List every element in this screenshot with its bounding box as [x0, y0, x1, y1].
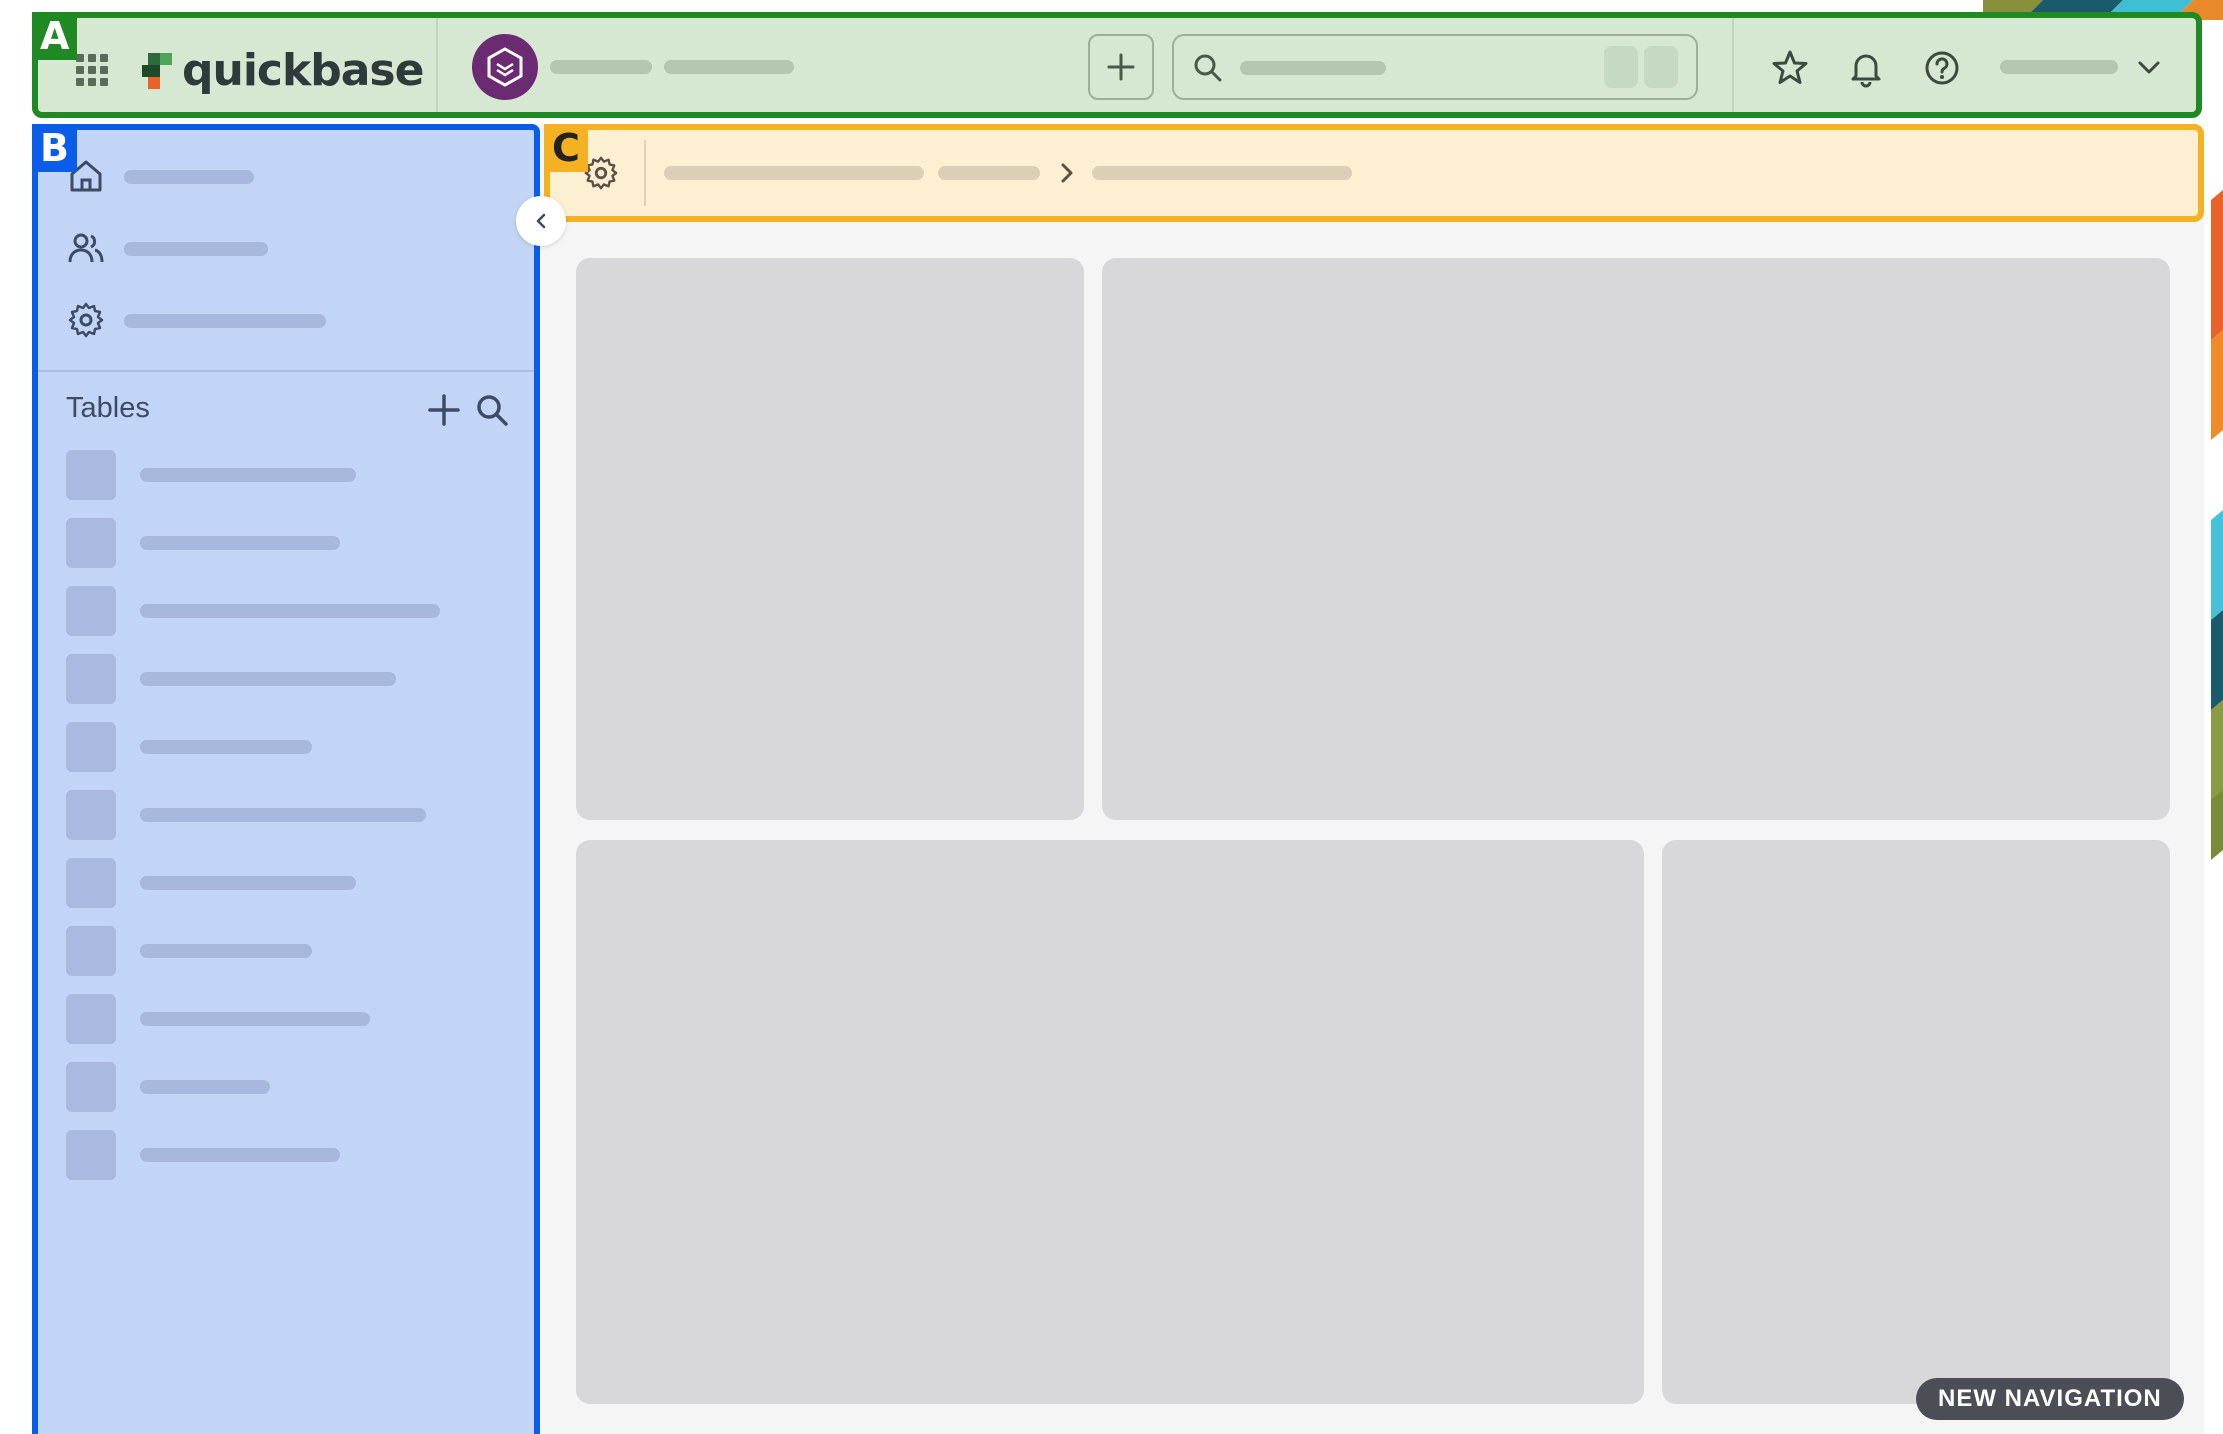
chevron-right-icon	[1061, 163, 1073, 183]
table-name-placeholder	[140, 740, 312, 754]
table-icon	[66, 1062, 116, 1112]
table-item[interactable]	[38, 654, 534, 708]
search-icon	[1194, 54, 1222, 82]
shortcut-key	[1604, 46, 1638, 88]
logo-text: quickbase	[182, 44, 424, 96]
settings-icon[interactable]	[66, 300, 106, 340]
apps-grid-icon[interactable]	[74, 52, 110, 88]
breadcrumb-current	[1092, 166, 1352, 180]
shortcut-key	[1644, 46, 1678, 88]
table-name-placeholder	[140, 808, 426, 822]
table-icon	[66, 654, 116, 704]
search-input[interactable]	[1172, 34, 1698, 100]
table-icon	[66, 450, 116, 500]
search-icon[interactable]	[472, 390, 512, 430]
table-icon	[66, 518, 116, 568]
breadcrumb-item[interactable]	[664, 166, 924, 180]
users-icon[interactable]	[66, 228, 106, 268]
table-item[interactable]	[38, 518, 534, 572]
quickbase-logo-mark-icon	[142, 53, 172, 89]
table-item[interactable]	[38, 1130, 534, 1184]
table-item[interactable]	[38, 586, 534, 640]
table-icon	[66, 926, 116, 976]
table-icon	[66, 858, 116, 908]
table-icon	[66, 586, 116, 636]
breadcrumb-divider	[644, 140, 646, 206]
star-icon[interactable]	[1770, 48, 1810, 88]
table-name-placeholder	[140, 672, 396, 686]
nav-settings-label[interactable]	[124, 314, 326, 328]
table-icon	[66, 1130, 116, 1180]
table-item[interactable]	[38, 858, 534, 912]
table-item[interactable]	[38, 994, 534, 1048]
table-item[interactable]	[38, 1062, 534, 1116]
new-navigation-badge[interactable]: NEW NAVIGATION	[1916, 1378, 2184, 1420]
search-placeholder	[1240, 61, 1386, 75]
table-item[interactable]	[38, 722, 534, 776]
bell-icon[interactable]	[1846, 48, 1886, 88]
table-name-placeholder	[140, 1148, 340, 1162]
region-label-b: B	[32, 124, 77, 172]
header-divider	[1732, 18, 1734, 112]
header-divider	[436, 18, 438, 112]
content-card	[1662, 840, 2170, 1404]
plus-icon[interactable]	[424, 390, 464, 430]
breadcrumb-item[interactable]	[938, 166, 1040, 180]
chevron-left-icon	[536, 213, 546, 229]
add-button[interactable]	[1088, 34, 1154, 100]
table-item[interactable]	[38, 926, 534, 980]
plus-icon	[1107, 53, 1135, 81]
top-header: A quickbase	[32, 12, 2202, 118]
content-card	[576, 840, 1644, 1404]
tables-heading: Tables	[66, 392, 150, 424]
quickbase-logo[interactable]: quickbase	[140, 40, 424, 100]
user-name-placeholder[interactable]	[2000, 60, 2118, 74]
table-icon	[66, 790, 116, 840]
table-item[interactable]	[38, 450, 534, 504]
app-avatar[interactable]	[472, 34, 538, 100]
content-card	[576, 258, 1084, 820]
table-name-placeholder	[140, 1012, 370, 1026]
region-label-c: C	[544, 124, 588, 172]
collapse-sidebar-button[interactable]	[516, 196, 566, 246]
table-name-placeholder	[140, 604, 440, 618]
nav-home-label[interactable]	[124, 170, 254, 184]
table-item[interactable]	[38, 790, 534, 844]
help-icon[interactable]	[1922, 48, 1962, 88]
app-name-placeholder	[550, 60, 652, 74]
app-avatar-icon	[487, 47, 523, 87]
table-name-placeholder	[140, 876, 356, 890]
table-icon	[66, 994, 116, 1044]
nav-users-label[interactable]	[124, 242, 268, 256]
breadcrumb-bar: C	[544, 124, 2204, 222]
table-name-placeholder	[140, 944, 312, 958]
app-subtitle-placeholder	[664, 60, 794, 74]
table-icon	[66, 722, 116, 772]
content-card	[1102, 258, 2170, 820]
sidebar-divider	[38, 370, 534, 372]
table-name-placeholder	[140, 1080, 270, 1094]
region-label-a: A	[32, 12, 78, 60]
chevron-down-icon[interactable]	[2134, 52, 2164, 82]
table-name-placeholder	[140, 536, 340, 550]
table-name-placeholder	[140, 468, 356, 482]
left-sidebar: B Tables	[32, 124, 540, 1434]
